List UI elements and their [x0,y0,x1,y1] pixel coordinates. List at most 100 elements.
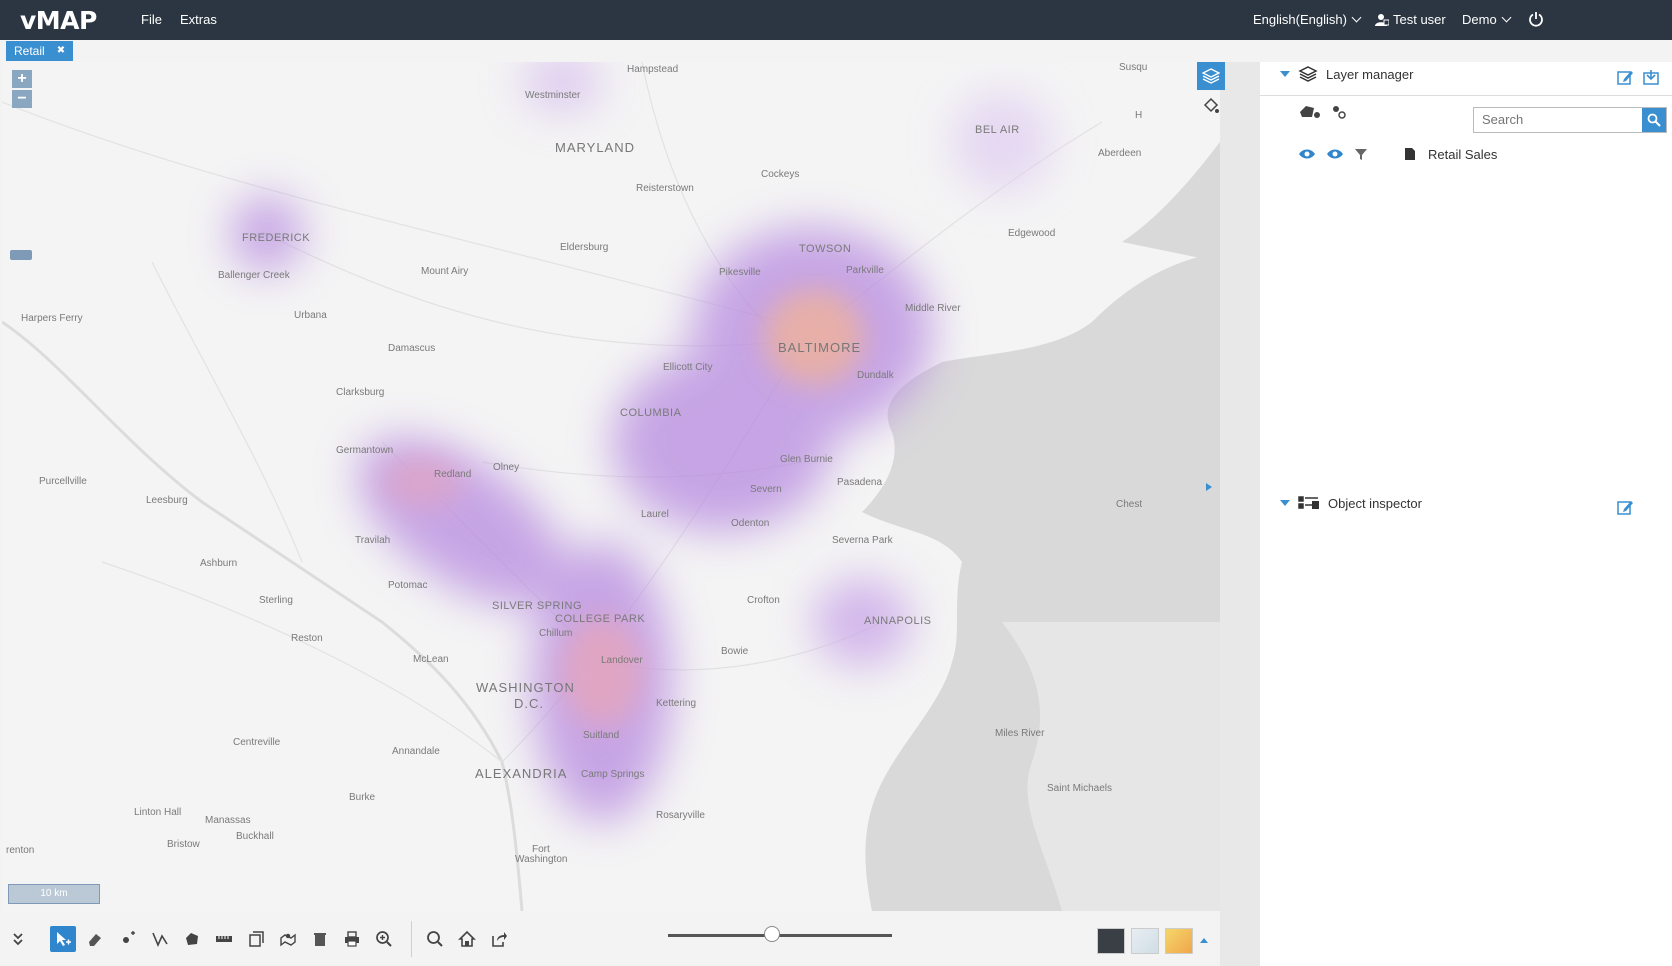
map-place-label: Urbana [294,310,327,321]
map-canvas[interactable]: Hampstead Westminster MARYLAND Reisterstown… [2,62,1220,911]
zoom-in-button[interactable]: + [12,70,32,88]
time-slider-thumb[interactable] [764,926,781,942]
panel-divider [1197,62,1260,966]
map-place-label: Aberdeen [1098,148,1142,159]
map-toolbar [2,911,1220,966]
print-button[interactable] [339,926,365,952]
map-place-label: FREDERICK [242,232,311,244]
user-name: Test user [1393,12,1446,27]
map-place-label: Washington [515,854,568,865]
draw-point-button[interactable] [115,926,141,952]
collapse-triangle-icon [1280,71,1290,77]
copy-tool-button[interactable] [243,926,269,952]
home-extent-button[interactable] [454,926,480,952]
basemap-light[interactable] [1131,928,1159,954]
map-place-label: Reston [291,633,323,644]
collapse-toolbar-button[interactable] [9,926,27,952]
draw-line-button[interactable] [147,926,173,952]
layer-name[interactable]: Retail Sales [1428,147,1497,162]
map-place-label: Bowie [721,646,749,657]
layer-manager-header[interactable]: Layer manager [1280,65,1413,83]
map-place-label: Germantown [336,445,394,456]
import-icon[interactable] [1642,68,1660,86]
filter-icon[interactable] [1354,147,1368,161]
share-button[interactable] [486,926,512,952]
user-menu[interactable]: Test user [1375,12,1446,27]
chevron-up-icon[interactable] [1199,936,1209,946]
cursor-icon [57,932,71,946]
object-inspector-header[interactable]: Object inspector [1280,495,1422,511]
heatmap-core [562,617,642,727]
search-map-button[interactable] [422,926,448,952]
map-place-label: BEL AIR [975,124,1020,136]
map-place-label: COLUMBIA [620,407,682,419]
map-place-label: Edgewood [1008,228,1056,239]
map-panel-handle[interactable] [10,250,32,260]
basemap-dark[interactable] [1097,928,1125,954]
chevron-down-icon [1351,12,1362,23]
visibility-eye-icon[interactable] [1298,148,1316,160]
map-place-label: Parkville [846,265,884,276]
menu-file[interactable]: File [141,12,162,27]
map-place-label: Middle River [905,303,961,314]
zoom-extent-button[interactable] [371,926,397,952]
add-vector-layer-icon[interactable] [1298,104,1322,120]
map-place-label: ALEXANDRIA [475,766,568,781]
measure-tool-button[interactable] [211,926,237,952]
map-place-label: Ellicott City [663,362,713,373]
layer-search-button[interactable] [1642,108,1666,132]
map-place-label: Manassas [205,815,251,826]
side-panel: Layer manager [1260,62,1672,966]
layer-item[interactable]: Retail Sales [1280,144,1497,164]
eraser-icon [89,934,101,946]
power-icon[interactable] [1528,11,1544,27]
workspace-selector[interactable]: Demo [1462,12,1512,27]
map-place-label: Dundalk [857,370,894,381]
layers-panel-toggle[interactable] [1197,62,1225,90]
double-chevron-down-icon [13,933,23,946]
map-place-label: Purcellville [39,476,87,487]
basemap-streets[interactable] [1165,928,1193,954]
map-place-label: MARYLAND [555,140,636,155]
close-icon[interactable]: ✖ [57,41,65,61]
paint-bucket-icon [1203,97,1219,113]
map-place-label: Annandale [392,746,440,757]
map-place-label: Mount Airy [421,266,469,277]
map-place-label: Buckhall [236,831,274,842]
map-place-label: Linton Hall [134,807,182,818]
map-place-label: Reisterstown [636,183,694,194]
zoom-out-button[interactable]: − [12,90,32,108]
map-place-label: Harpers Ferry [21,313,83,324]
eraser-tool-button[interactable] [82,926,108,952]
style-panel-toggle[interactable] [1197,92,1225,120]
edit-icon[interactable] [1616,68,1634,86]
point-icon [123,931,135,943]
expand-arrow-icon[interactable] [1205,482,1213,492]
edit-icon[interactable] [1616,498,1634,516]
share-icon [492,932,507,947]
delete-tool-button[interactable] [307,926,333,952]
map-place-label: Westminster [525,90,581,101]
add-point-layer-icon[interactable] [1330,104,1348,120]
draw-polygon-button[interactable] [179,926,205,952]
zoom-control: + − [12,70,32,108]
language-selector[interactable]: English(English) [1253,12,1362,27]
map-place-label: renton [6,845,35,856]
tab-strip: Retail ✖ [0,40,1672,62]
map-place-label: Centreville [233,737,281,748]
search-icon [1647,113,1661,127]
map-place-label: Redland [434,469,472,480]
tab-retail[interactable]: Retail ✖ [6,41,74,61]
menu-extras[interactable]: Extras [180,12,217,27]
select-tool-button[interactable] [50,926,76,952]
map-marker-tool-button[interactable] [275,926,301,952]
time-slider-track[interactable] [668,934,892,937]
legend-eye-icon[interactable] [1326,148,1344,160]
map-place-label: Glen Burnie [780,454,833,465]
map-place-label: COLLEGE PARK [555,613,646,625]
map-place-label: McLean [413,654,449,665]
layer-search-input[interactable] [1474,108,1650,130]
map-place-label: Pasadena [837,477,883,488]
map-place-label: Crofton [747,595,780,606]
home-icon [458,930,476,947]
